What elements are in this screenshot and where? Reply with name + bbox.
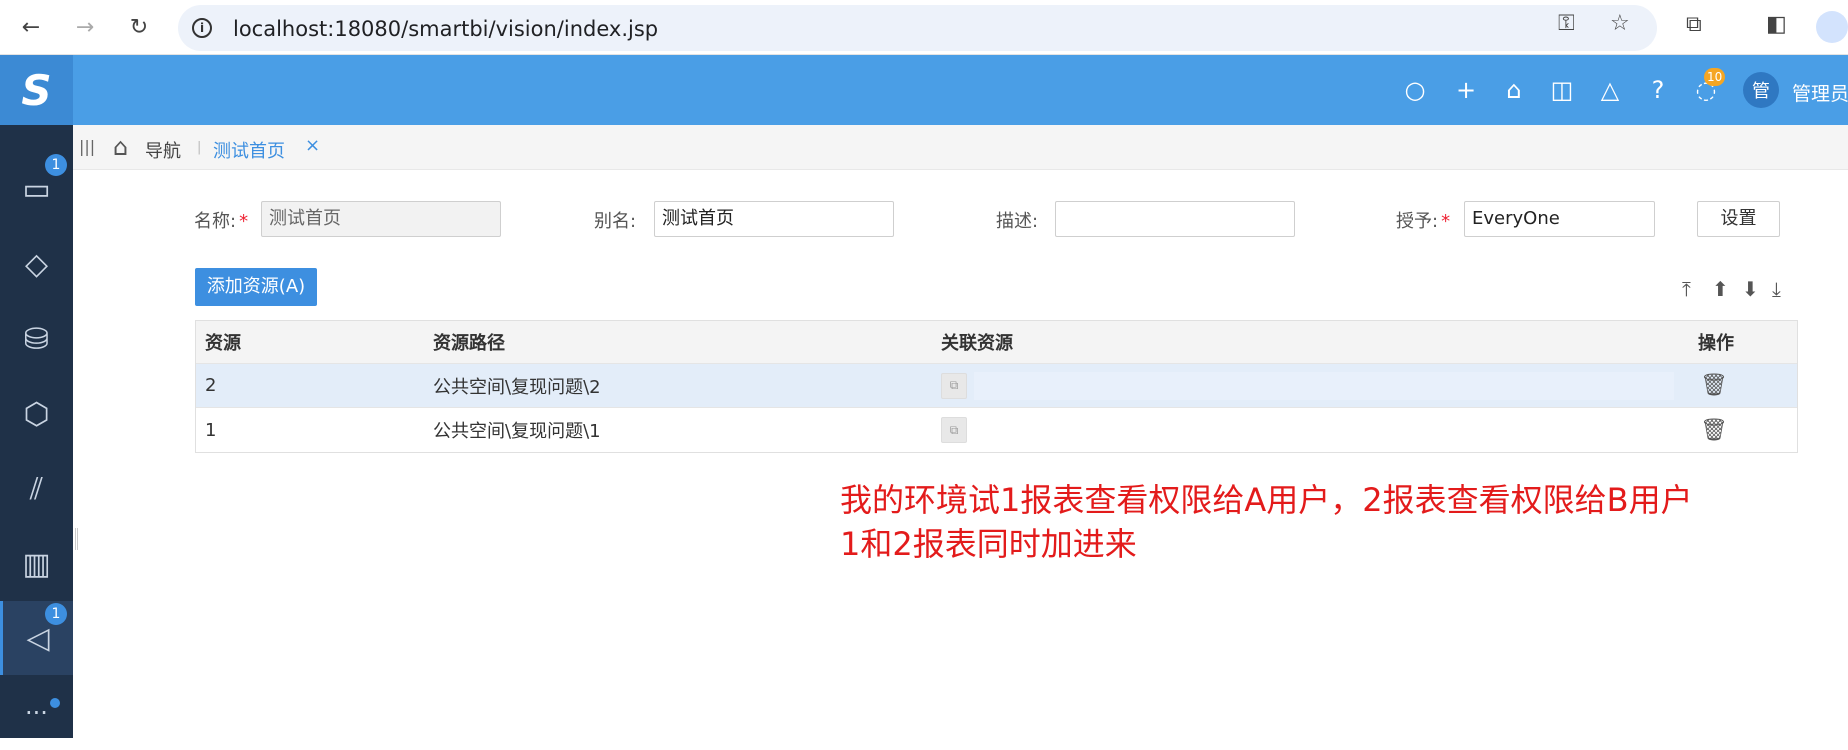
sidebar-badge: 1 (45, 603, 67, 625)
notification-dot (50, 698, 60, 708)
reload-button[interactable]: ↻ (124, 12, 154, 42)
layers-icon[interactable]: ⫽ (0, 452, 73, 526)
set-button[interactable]: 设置 (1697, 201, 1780, 237)
select-resource-icon[interactable]: ⧉ (941, 417, 967, 443)
related-resource-cell: ⧉ (941, 364, 967, 407)
home-icon[interactable]: ⌂ (1499, 75, 1529, 105)
close-icon[interactable]: × (305, 135, 320, 156)
left-sidebar: ▭ 1 ◇ ⛁ ⬡ ⫽ ▥ ◁ 1 ··· (0, 125, 73, 738)
site-info-icon[interactable]: i (192, 18, 212, 38)
more-icon[interactable]: ··· (0, 676, 73, 750)
extensions-icon[interactable]: ⧉ (1686, 12, 1702, 37)
annotation-line: 我的环境试1报表查看权限给A用户，2报表查看权限给B用户 (840, 481, 1693, 519)
related-resource-field[interactable] (974, 372, 1674, 400)
alias-field[interactable]: 测试首页 (654, 201, 894, 237)
search-icon[interactable]: ○ (1400, 75, 1430, 105)
description-field[interactable] (1055, 201, 1295, 237)
user-name[interactable]: 管理员 (1792, 79, 1848, 106)
path-cell: 公共空间\复现问题\2 (433, 376, 601, 398)
description-label: 描述: (996, 211, 1039, 232)
annotation-line: 1和2报表同时加进来 (840, 525, 1137, 563)
forward-button[interactable]: → (70, 12, 100, 42)
plus-icon[interactable]: + (1451, 75, 1481, 105)
sidebar-badge: 1 (45, 154, 67, 176)
bookmark-star-icon[interactable]: ☆ (1610, 11, 1630, 36)
name-field[interactable]: 测试首页 (261, 201, 501, 237)
back-button[interactable]: ← (16, 12, 46, 42)
bar-chart-icon[interactable]: ▥ (0, 527, 73, 601)
path-cell: 公共空间\复现问题\1 (433, 421, 601, 442)
bell-icon[interactable]: △ (1595, 75, 1625, 105)
grant-field[interactable]: EveryOne (1464, 201, 1655, 237)
key-icon[interactable]: ⚿ (1558, 11, 1575, 36)
collapse-menu-icon[interactable]: ||| (79, 137, 95, 156)
move-bottom-icon[interactable]: ⤓ (1772, 277, 1781, 301)
action-cell: 🗑 (1700, 408, 1728, 452)
address-bar[interactable]: i localhost:18080/smartbi/vision/index.j… (178, 5, 1657, 51)
column-header: 关联资源 (941, 333, 1013, 354)
trash-icon[interactable]: 🗑 (1700, 373, 1728, 398)
column-header: 资源 (205, 333, 241, 354)
resource-table: 资源 资源路径 关联资源 操作 2 公共空间\复现问题\2 ⧉ 🗑 1 公共空间… (195, 320, 1798, 453)
alias-label: 别名: (594, 211, 637, 232)
table-header: 资源 资源路径 关联资源 操作 (196, 321, 1797, 364)
message-count-badge: 10 (1704, 68, 1726, 86)
url-text[interactable]: localhost:18080/smartbi/vision/index.jsp (233, 17, 658, 41)
panel-splitter[interactable] (75, 528, 78, 550)
home-icon[interactable]: ⌂ (113, 133, 128, 161)
shopping-bag-icon[interactable]: ◫ (1547, 75, 1577, 105)
table-row[interactable]: 1 公共空间\复现问题\1 ⧉ 🗑 (196, 408, 1797, 452)
browser-toolbar: ← → ↻ i localhost:18080/smartbi/vision/i… (0, 0, 1848, 55)
apps-icon[interactable]: ◇ (0, 227, 73, 301)
move-up-icon[interactable]: ⬆ (1712, 277, 1729, 301)
move-top-icon[interactable]: ⤒ (1682, 277, 1691, 301)
resource-cell: 1 (205, 419, 217, 441)
cube-icon[interactable]: ⬡ (0, 377, 73, 451)
related-resource-cell: ⧉ (941, 408, 967, 452)
app-header: S ○ + ⌂ ◫ △ ? ◌ 10 管 管理员 (0, 55, 1848, 125)
app-logo[interactable]: S (0, 55, 73, 125)
action-cell: 🗑 (1700, 364, 1728, 407)
column-header: 操作 (1698, 333, 1734, 354)
name-label: 名称: * (194, 211, 249, 232)
add-resource-button[interactable]: 添加资源(A) (195, 268, 317, 306)
trash-icon[interactable]: 🗑 (1700, 418, 1728, 443)
move-down-icon[interactable]: ⬇ (1742, 277, 1759, 301)
annotation-text: 我的环境试1报表查看权限给A用户，2报表查看权限给B用户 1和2报表同时加进来 (840, 478, 1693, 566)
select-resource-icon[interactable]: ⧉ (941, 372, 967, 399)
tab-separator: | (197, 140, 202, 155)
data-settings-icon[interactable]: ⛁ (0, 302, 73, 376)
help-icon[interactable]: ? (1643, 75, 1673, 105)
tab-test-home[interactable]: 测试首页 (213, 137, 285, 163)
user-avatar[interactable]: 管 (1743, 72, 1779, 108)
side-panel-icon[interactable]: ◧ (1766, 12, 1787, 37)
resource-cell: 2 (205, 375, 217, 396)
tab-bar: ||| ⌂ 导航 | 测试首页 × (73, 125, 1848, 170)
column-header: 资源路径 (433, 333, 505, 354)
grant-label: 授予: * (1396, 211, 1451, 232)
profile-avatar[interactable] (1816, 11, 1848, 43)
nav-tab[interactable]: 导航 (145, 137, 181, 163)
table-row[interactable]: 2 公共空间\复现问题\2 ⧉ 🗑 (196, 364, 1797, 408)
